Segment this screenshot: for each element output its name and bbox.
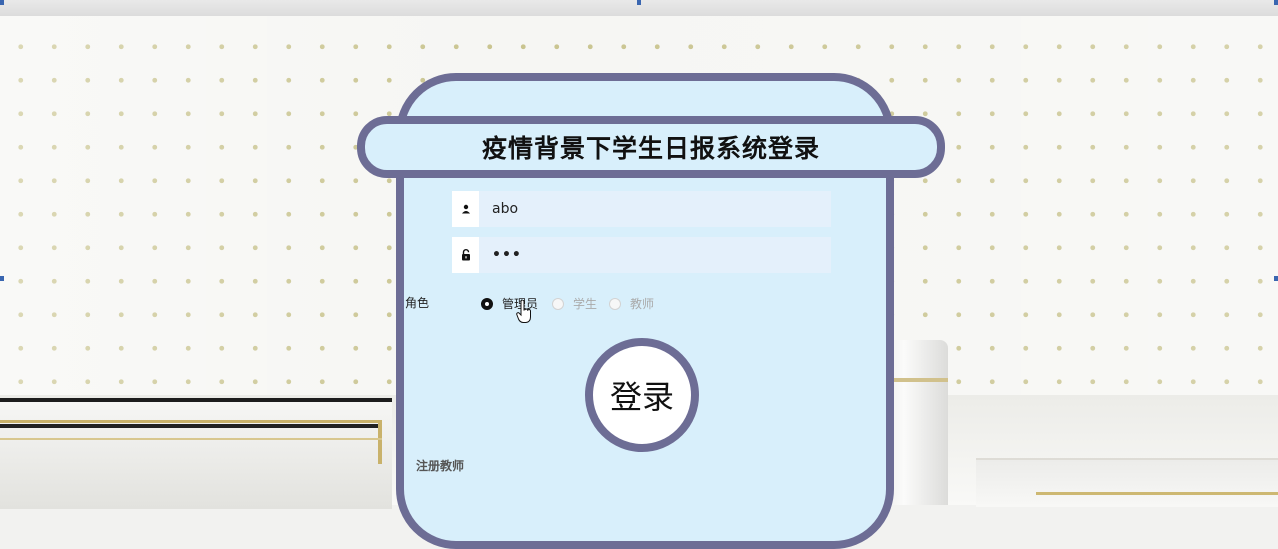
- selection-handle[interactable]: [0, 0, 4, 5]
- radio-checked-icon[interactable]: [481, 297, 493, 310]
- role-label: 角色: [405, 296, 430, 310]
- role-radio-student[interactable]: 学生: [552, 295, 597, 312]
- role-radio-teacher[interactable]: 教师: [609, 295, 654, 312]
- username-input[interactable]: [479, 191, 832, 227]
- user-icon: [452, 191, 479, 227]
- radio-unchecked-icon[interactable]: [552, 297, 564, 310]
- password-input[interactable]: [479, 237, 832, 273]
- login-button-label: 登录: [609, 378, 674, 416]
- lock-icon: [452, 237, 479, 273]
- hand-pointer-icon: [516, 299, 532, 329]
- username-field: [452, 191, 832, 227]
- password-field: [452, 237, 832, 273]
- register-teacher-link[interactable]: 注册教师: [416, 457, 464, 474]
- selection-handle[interactable]: [1274, 0, 1278, 5]
- selection-handle[interactable]: [1274, 276, 1278, 281]
- selection-handle[interactable]: [0, 276, 4, 281]
- role-option-label: 教师: [630, 297, 655, 311]
- radio-unchecked-icon[interactable]: [609, 297, 621, 310]
- page-title: 疫情背景下学生日报系统登录: [481, 134, 820, 163]
- login-button[interactable]: 登录: [585, 338, 699, 452]
- selection-handle[interactable]: [637, 0, 641, 5]
- title-banner: 疫情背景下学生日报系统登录: [357, 116, 945, 178]
- decor-box: [976, 458, 1278, 507]
- window-top-bar: [0, 0, 1278, 17]
- role-option-label: 学生: [573, 297, 598, 311]
- decor-podium: [0, 398, 392, 509]
